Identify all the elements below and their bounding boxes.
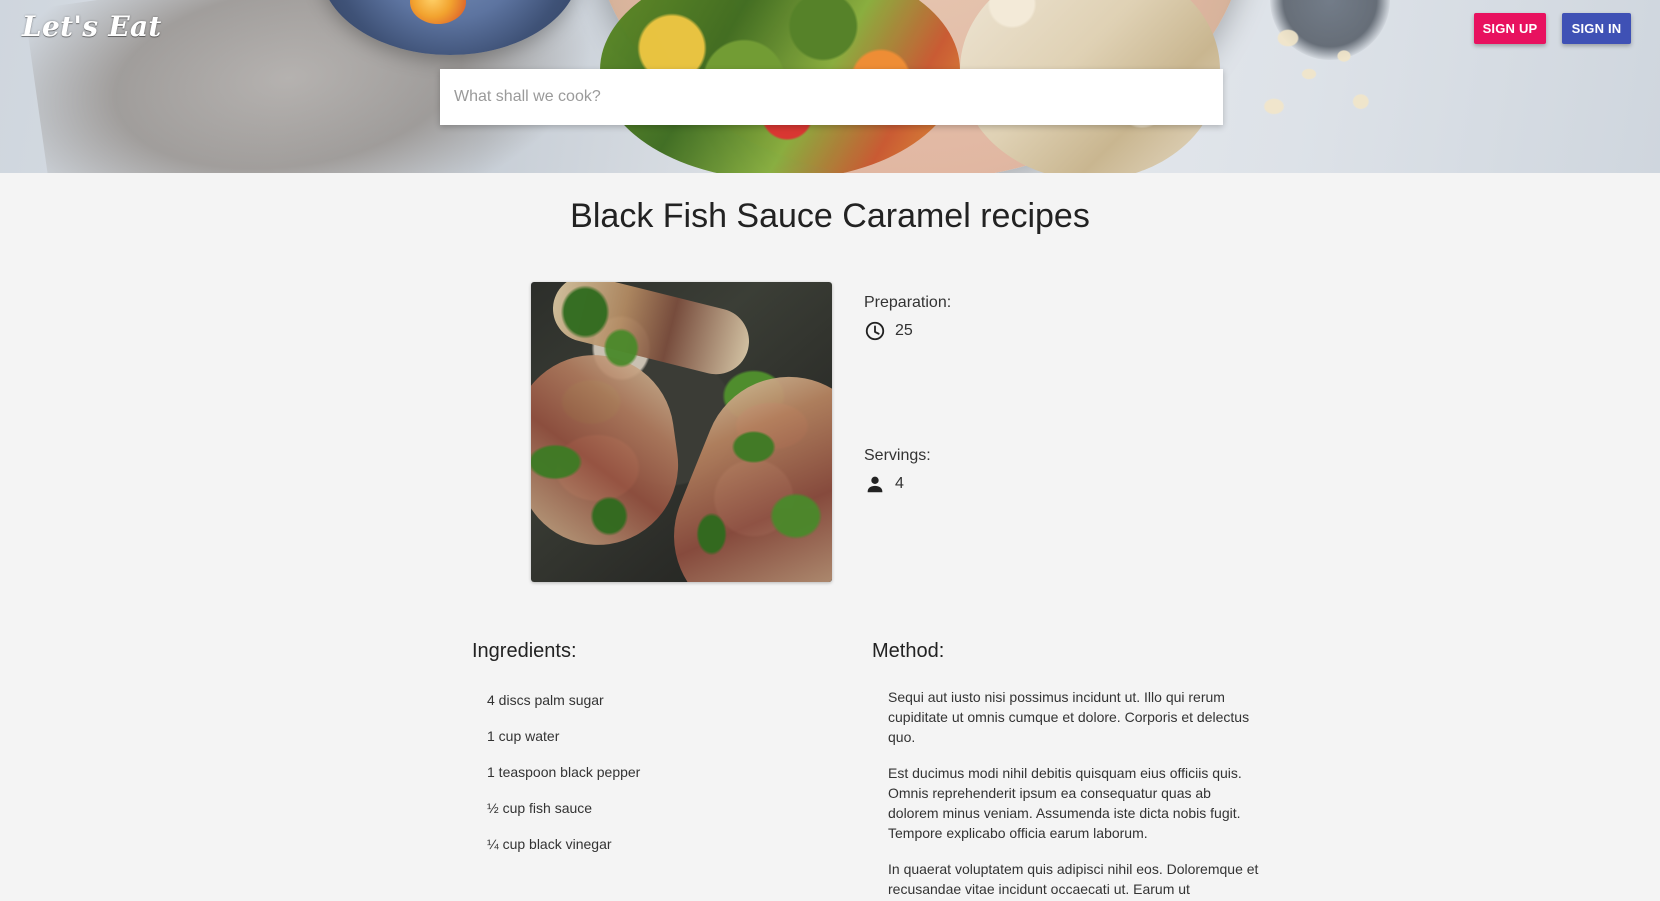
preparation-value: 25 xyxy=(895,322,913,339)
hero-image-seeds xyxy=(1260,8,1400,128)
preparation-label: Preparation: xyxy=(864,294,952,311)
method-steps: Sequi aut iusto nisi possimus incidunt u… xyxy=(888,687,1260,901)
recipe-image xyxy=(531,282,832,582)
method-step: Sequi aut iusto nisi possimus incidunt u… xyxy=(888,689,1250,745)
preparation-info: 25 xyxy=(864,320,913,342)
sign-up-button[interactable]: SIGN UP xyxy=(1474,13,1546,44)
servings-label: Servings: xyxy=(864,447,931,464)
ingredient-item: 1 cup water xyxy=(487,728,560,744)
servings-info: 4 xyxy=(864,473,904,495)
clock-icon xyxy=(864,320,886,342)
recipe-image-greens xyxy=(531,282,832,582)
ingredient-item: 4 discs palm sugar xyxy=(487,692,604,708)
method-step: In quaerat voluptatem quis adipisci nihi… xyxy=(888,861,1259,897)
logo[interactable]: Let's Eat xyxy=(22,10,162,43)
ingredient-item: ¼ cup black vinegar xyxy=(487,836,612,852)
ingredient-item: 1 teaspoon black pepper xyxy=(487,764,641,780)
servings-value: 4 xyxy=(895,475,904,492)
hero-banner: Let's Eat SIGN UP SIGN IN xyxy=(0,0,1660,173)
method-title: Method: xyxy=(872,640,945,662)
method-step: Est ducimus modi nihil debitis quisquam … xyxy=(888,765,1242,841)
sign-in-button[interactable]: SIGN IN xyxy=(1562,13,1631,44)
person-icon xyxy=(864,473,886,495)
search-input[interactable] xyxy=(440,69,1223,125)
ingredients-title: Ingredients: xyxy=(472,640,577,662)
page-title: Black Fish Sauce Caramel recipes xyxy=(570,197,1090,235)
ingredient-item: ½ cup fish sauce xyxy=(487,800,593,816)
ingredients-list: 4 discs palm sugar 1 cup water 1 teaspoo… xyxy=(487,688,807,868)
